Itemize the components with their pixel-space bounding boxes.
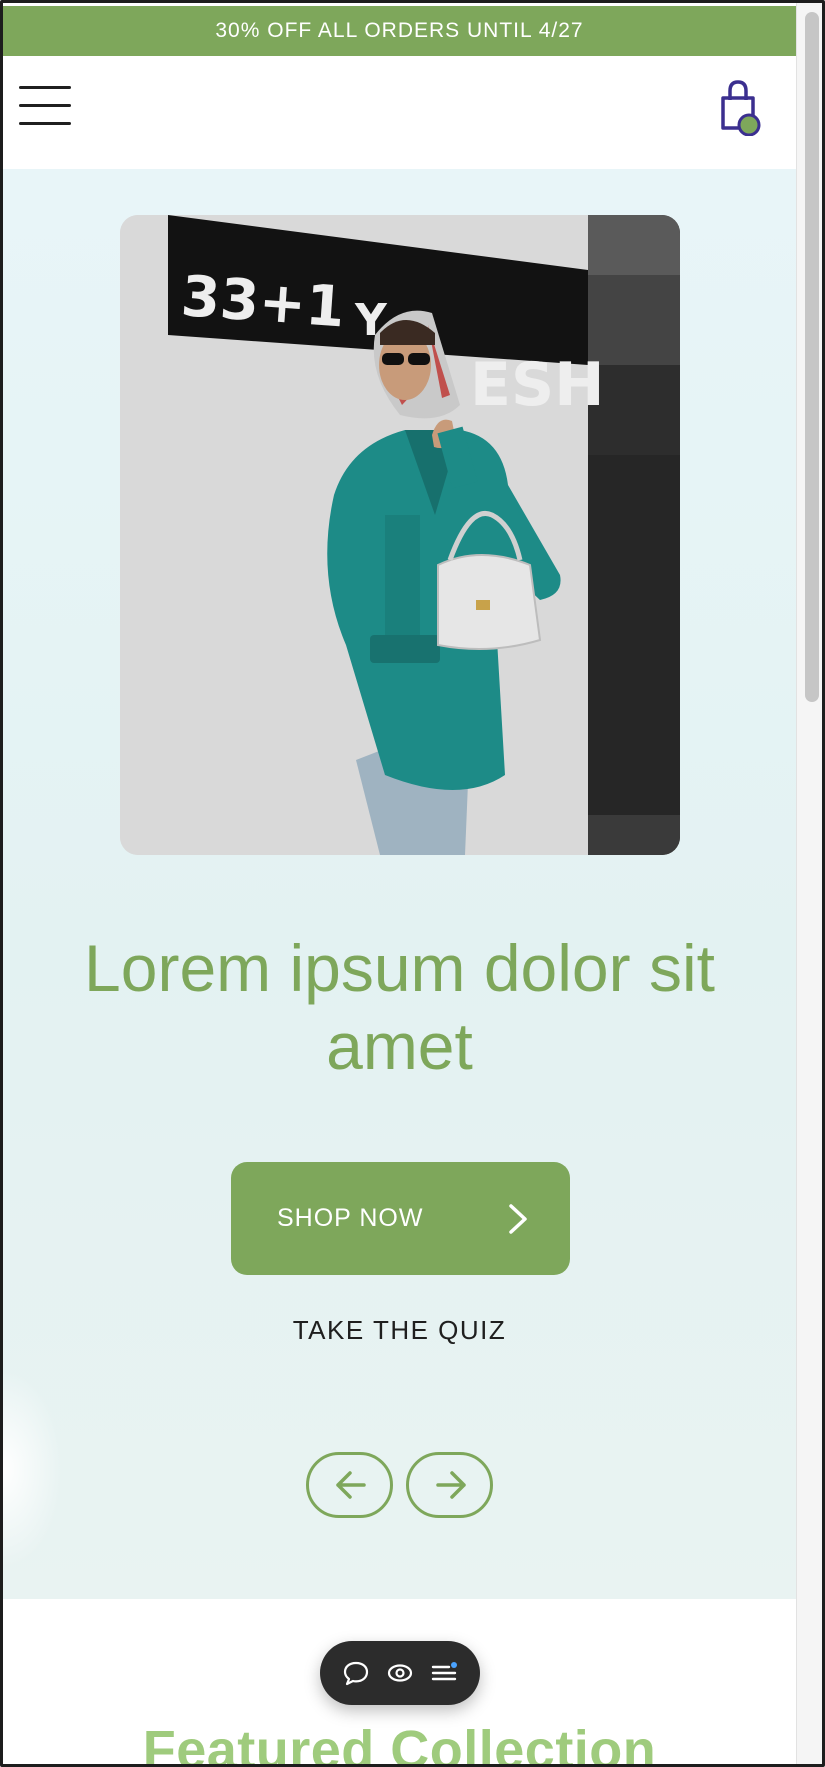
sign-text: 33+1 (179, 264, 347, 340)
shopping-bag-icon[interactable] (717, 78, 765, 137)
floating-toolbar (320, 1641, 480, 1705)
carousel-prev-button[interactable] (306, 1452, 393, 1518)
arrow-right-icon (436, 1471, 466, 1499)
hero-title: Lorem ipsum dolor sit amet (84, 931, 715, 1083)
page-scrollbar[interactable] (796, 3, 822, 1764)
chat-bubble-icon[interactable] (342, 1659, 370, 1687)
shop-now-label: SHOP NOW (277, 1204, 424, 1232)
hero-banner: 33+1 Y ESH Lorem ipsum dolor sit amet SH… (3, 169, 796, 1599)
announcement-text: 30% OFF ALL ORDERS UNTIL 4/27 (215, 19, 584, 42)
announcement-bar: 30% OFF ALL ORDERS UNTIL 4/27 (3, 6, 796, 56)
carousel-next-button[interactable] (406, 1452, 493, 1518)
hamburger-menu-icon[interactable] (19, 86, 71, 126)
chevron-right-icon (509, 1204, 527, 1234)
eye-icon[interactable] (386, 1659, 414, 1687)
arrow-left-icon (336, 1471, 366, 1499)
list-icon[interactable] (430, 1659, 458, 1687)
browser-frame: 30% OFF ALL ORDERS UNTIL 4/27 33+1 Y ESH… (0, 0, 825, 1767)
shop-now-button[interactable]: SHOP NOW (231, 1162, 570, 1275)
take-quiz-link[interactable]: TAKE THE QUIZ (3, 1315, 796, 1346)
scrollbar-thumb[interactable] (805, 12, 819, 702)
hero-photo: 33+1 Y ESH (120, 215, 680, 855)
page-viewport: 30% OFF ALL ORDERS UNTIL 4/27 33+1 Y ESH… (3, 3, 796, 1767)
featured-collection-title: Featured Collection (142, 1720, 657, 1767)
svg-text:ESH: ESH (470, 350, 604, 420)
site-header (3, 56, 796, 169)
